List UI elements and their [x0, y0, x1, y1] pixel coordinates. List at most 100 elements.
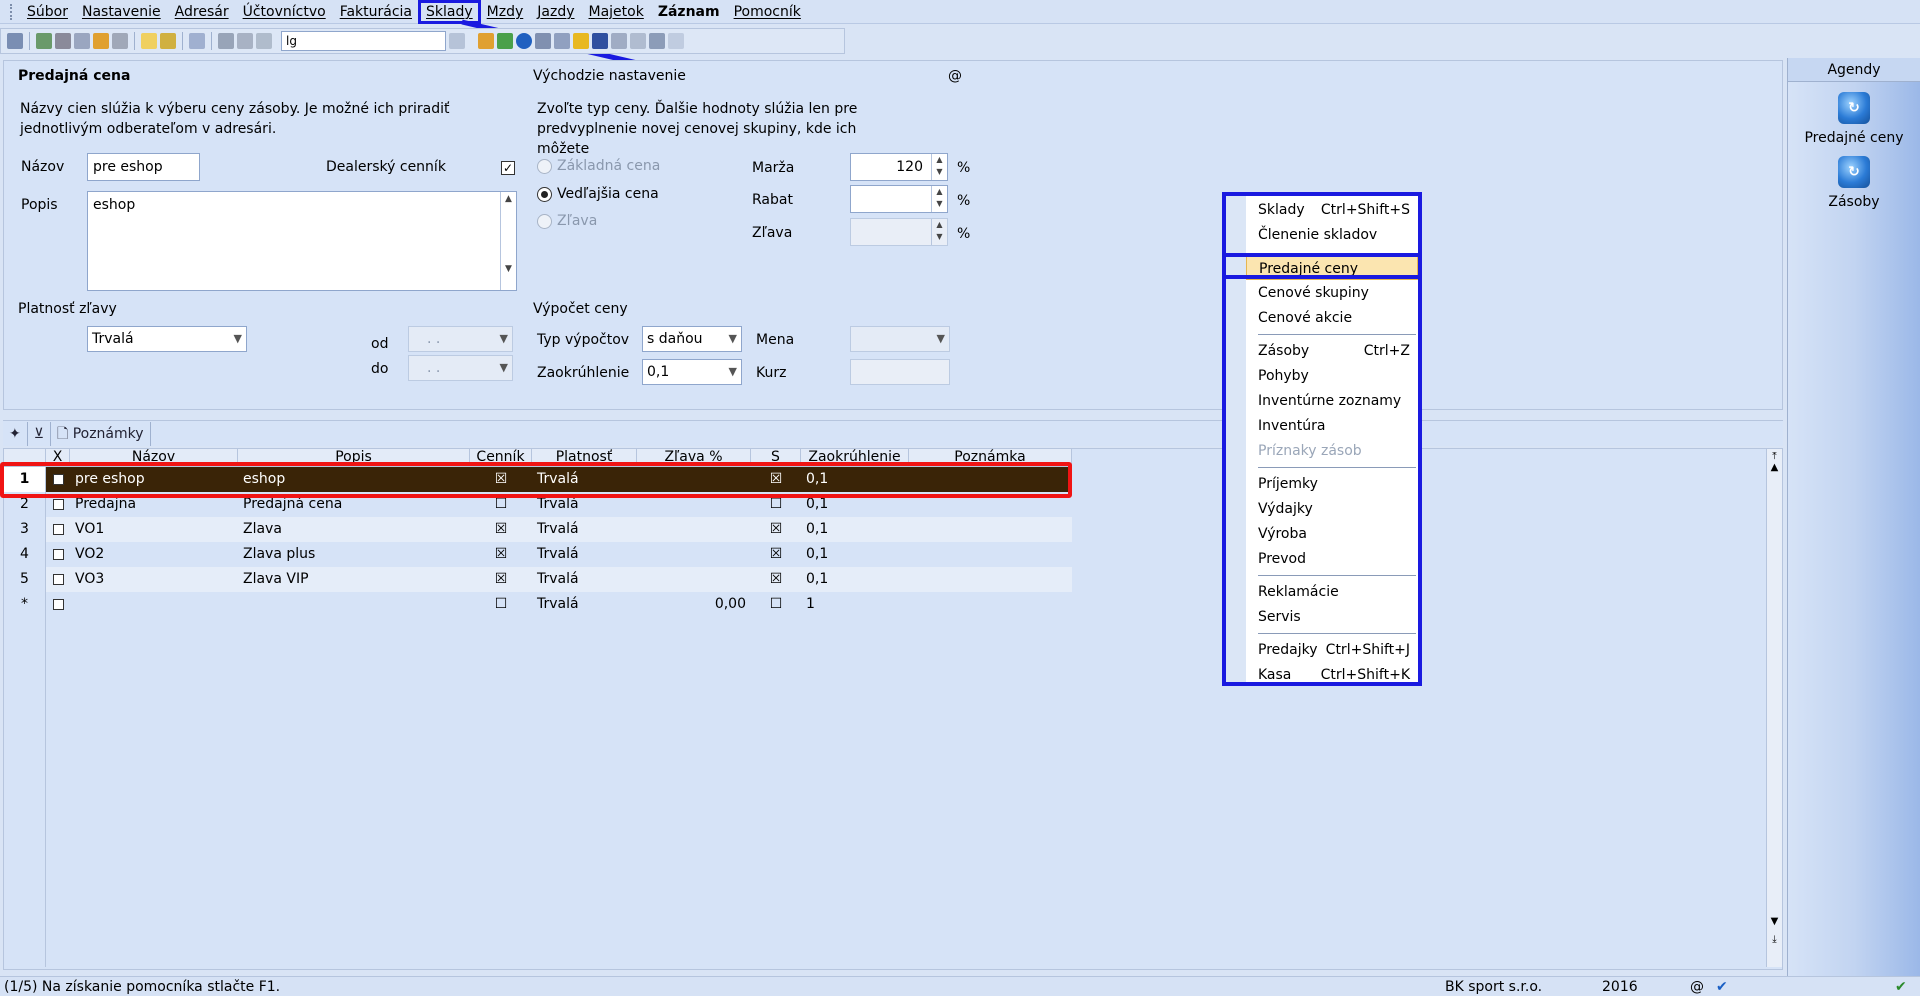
- cell-pricelist[interactable]: ☐: [470, 592, 532, 617]
- calc-type-select[interactable]: s daňou ▼: [642, 326, 742, 352]
- menu-item-sklady[interactable]: Sklady Ctrl+Shift+S: [1246, 198, 1418, 222]
- help-icon[interactable]: [668, 33, 684, 49]
- email-at-icon[interactable]: @: [948, 68, 962, 84]
- globe-icon[interactable]: [516, 33, 532, 49]
- cell-desc[interactable]: [238, 592, 470, 617]
- radio-base-price[interactable]: [537, 159, 552, 174]
- table-row-new[interactable]: * ☐ Trvalá 0,00 ☐ 1: [4, 592, 1072, 617]
- menu-pomocnik[interactable]: Pomocník: [727, 1, 808, 23]
- validity-select[interactable]: Trvalá ▼: [87, 326, 247, 352]
- table-row[interactable]: 3 VO1 Zlava ☒ Trvalá ☒ 0,1: [4, 517, 1072, 542]
- filter-icon[interactable]: [449, 33, 465, 49]
- status-at-icon[interactable]: @: [1690, 977, 1704, 996]
- grid-scrollbar[interactable]: ⤒ ▲ ▼ ⤓: [1766, 449, 1782, 967]
- menu-item-vydajky[interactable]: Výdajky: [1246, 497, 1418, 521]
- menu-item-cenove-skupiny[interactable]: Cenové skupiny: [1246, 281, 1418, 305]
- filter-icon[interactable]: ⊻: [28, 421, 51, 446]
- money-icon[interactable]: [497, 33, 513, 49]
- agenda-item-selling-prices[interactable]: ↻ Predajné ceny: [1788, 92, 1920, 146]
- cell-s[interactable]: ☒: [751, 542, 801, 567]
- row-checkbox[interactable]: [46, 592, 70, 617]
- pin-icon[interactable]: ✦: [3, 421, 28, 446]
- menu-item-zasoby[interactable]: Zásoby Ctrl+Z: [1246, 339, 1418, 363]
- menu-item-prijemky[interactable]: Príjemky: [1246, 472, 1418, 496]
- tab-notes[interactable]: 🗋 Poznámky: [51, 421, 151, 446]
- search-input[interactable]: lg: [281, 31, 446, 51]
- cell-name[interactable]: [70, 592, 238, 617]
- scroll-up-icon[interactable]: ▲: [1767, 462, 1782, 473]
- edit-icon[interactable]: [160, 33, 176, 49]
- list-icon[interactable]: [611, 33, 627, 49]
- cell-pricelist[interactable]: ☒: [470, 542, 532, 567]
- calendar-icon[interactable]: [554, 33, 570, 49]
- back-icon[interactable]: [189, 33, 205, 49]
- copy-icon[interactable]: [256, 33, 272, 49]
- menu-mzdy[interactable]: Mzdy: [480, 1, 531, 23]
- table-row[interactable]: 4 VO2 Zlava plus ☒ Trvalá ☒ 0,1: [4, 542, 1072, 567]
- date-from-select[interactable]: . . ▼: [408, 326, 513, 352]
- margin-input[interactable]: 120 ▲ ▼: [850, 153, 948, 181]
- row-checkbox[interactable]: [46, 567, 70, 592]
- menu-item-inventura[interactable]: Inventúra: [1246, 414, 1418, 438]
- desc-textarea[interactable]: eshop ▲ ▼: [87, 191, 517, 291]
- menu-item-servis[interactable]: Servis: [1246, 605, 1418, 629]
- menu-item-predajky[interactable]: Predajky Ctrl+Shift+J: [1246, 638, 1418, 662]
- status-check-icon[interactable]: ✔: [1716, 977, 1728, 996]
- coins-icon[interactable]: [573, 33, 589, 49]
- radio-secondary-price[interactable]: [537, 187, 552, 202]
- currency-select[interactable]: ▼: [850, 326, 950, 352]
- menu-item-cenove-akcie[interactable]: Cenové akcie: [1246, 306, 1418, 330]
- scroll-bottom-icon[interactable]: ⤓: [1767, 934, 1782, 945]
- print-icon[interactable]: [55, 33, 71, 49]
- menu-jazdy[interactable]: Jazdy: [530, 1, 581, 23]
- rabat-input[interactable]: ▲ ▼: [850, 185, 948, 213]
- window-icon[interactable]: [630, 33, 646, 49]
- row-checkbox[interactable]: [46, 517, 70, 542]
- name-input[interactable]: pre eshop: [87, 153, 200, 181]
- date-to-select[interactable]: . . ▼: [408, 355, 513, 381]
- scroll-down-icon[interactable]: ▼: [1767, 916, 1782, 927]
- menu-uctovnictvo[interactable]: Účtovníctvo: [236, 1, 333, 23]
- menu-adresar[interactable]: Adresár: [168, 1, 236, 23]
- menu-sklady[interactable]: Sklady: [418, 0, 481, 24]
- menu-item-clenenie-skladov[interactable]: Členenie skladov: [1246, 223, 1418, 247]
- cell-s[interactable]: ☒: [751, 567, 801, 592]
- menu-subor[interactable]: Súbor: [20, 1, 75, 23]
- agenda-item-stock[interactable]: ↻ Zásoby: [1788, 156, 1920, 210]
- report-icon[interactable]: [93, 33, 109, 49]
- save-all-icon[interactable]: [237, 33, 253, 49]
- radio-discount[interactable]: [537, 214, 552, 229]
- menu-item-kasa[interactable]: Kasa Ctrl+Shift+K: [1246, 663, 1418, 687]
- menu-nastavenie[interactable]: Nastavenie: [75, 1, 168, 23]
- rabat-spinner[interactable]: ▲ ▼: [931, 186, 947, 212]
- menu-fakturacia[interactable]: Fakturácia: [333, 1, 419, 23]
- discount-input[interactable]: ▲ ▼: [850, 218, 948, 246]
- desc-scrollbar[interactable]: ▲ ▼: [500, 192, 516, 290]
- new-record-icon[interactable]: [141, 33, 157, 49]
- cell-pricelist[interactable]: ☒: [470, 517, 532, 542]
- menu-item-predajne-ceny[interactable]: Predajné ceny: [1246, 256, 1418, 280]
- ban-icon[interactable]: [592, 33, 608, 49]
- margin-spinner[interactable]: ▲ ▼: [931, 154, 947, 180]
- export-icon[interactable]: [36, 33, 52, 49]
- menu-zaznam[interactable]: Záznam: [651, 1, 727, 23]
- menu-item-vyroba[interactable]: Výroba: [1246, 522, 1418, 546]
- menu-item-inventurne-zoznamy[interactable]: Inventúrne zoznamy: [1246, 389, 1418, 413]
- menu-item-prevod[interactable]: Prevod: [1246, 547, 1418, 571]
- cell-pricelist[interactable]: ☒: [470, 567, 532, 592]
- row-checkbox[interactable]: [46, 542, 70, 567]
- menu-item-reklamacie[interactable]: Reklamácie: [1246, 580, 1418, 604]
- rate-input[interactable]: [850, 359, 950, 385]
- calculator-icon[interactable]: [478, 33, 494, 49]
- menu-item-pohyby[interactable]: Pohyby: [1246, 364, 1418, 388]
- cell-s[interactable]: ☐: [751, 592, 801, 617]
- preview-icon[interactable]: [74, 33, 90, 49]
- scroll-top-icon[interactable]: ⤒: [1767, 451, 1782, 462]
- rounding-select[interactable]: 0,1 ▼: [642, 359, 742, 385]
- table-row[interactable]: 5 VO3 Zlava VIP ☒ Trvalá ☒ 0,1: [4, 567, 1072, 592]
- save-icon[interactable]: [218, 33, 234, 49]
- printer-icon[interactable]: [112, 33, 128, 49]
- grid-icon[interactable]: [535, 33, 551, 49]
- monitor-icon[interactable]: [649, 33, 665, 49]
- cell-s[interactable]: ☒: [751, 517, 801, 542]
